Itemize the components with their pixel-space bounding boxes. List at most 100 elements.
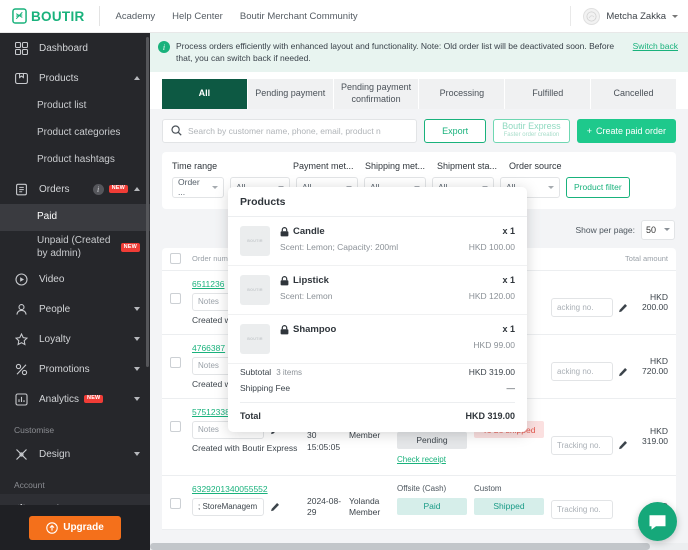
shipping-fee-value: —	[506, 383, 516, 393]
sidebar-item-design[interactable]: Design	[0, 439, 150, 469]
payment-cell: Offsite (Cash) Paid	[397, 484, 474, 521]
product-name-row: Lipstick	[280, 275, 445, 286]
check-receipt-link[interactable]: Check receipt	[397, 455, 446, 464]
per-page-select[interactable]: 50	[641, 219, 675, 240]
tracking-input[interactable]: Tracking no.	[551, 435, 613, 455]
product-name-row: Shampoo	[280, 324, 445, 335]
sidebar-item-promotions[interactable]: Promotions	[0, 354, 150, 384]
notice-text: Process orders efficiently with enhanced…	[176, 41, 615, 64]
tracking-input[interactable]: Tracking no.	[551, 500, 613, 519]
sidebar-scrollbar[interactable]	[146, 37, 149, 367]
nav-academy[interactable]: Academy	[116, 11, 156, 22]
row-checkbox[interactable]	[170, 356, 181, 368]
row-checkbox[interactable]	[170, 292, 181, 304]
sidebar-sub-label: Product categories	[37, 127, 121, 139]
sidebar-sub-label: Product hashtags	[37, 154, 115, 166]
boutir-express-button[interactable]: Boutir Express Faster order creation	[493, 118, 570, 143]
sidebar-item-label: Video	[39, 273, 65, 285]
sidebar-item-product-list[interactable]: Product list	[0, 93, 150, 120]
sidebar-item-product-categories[interactable]: Product categories	[0, 120, 150, 147]
edit-pencil-icon[interactable]	[618, 303, 628, 313]
tab-processing[interactable]: Processing	[419, 78, 506, 109]
orders-toolbar: Export Boutir Express Faster order creat…	[162, 118, 676, 143]
row-checkbox-cell	[170, 484, 192, 521]
tracking-cell: Tracking no.	[551, 484, 633, 521]
sidebar-item-unpaid[interactable]: Unpaid (Created by admin) NEW	[0, 231, 150, 264]
tab-all[interactable]: All	[162, 78, 248, 109]
popup-product-item: BOUTIR Candle Scent: Lemon; Capacity: 20…	[228, 217, 527, 266]
sidebar-item-products[interactable]: Products	[0, 63, 150, 93]
edit-pencil-icon[interactable]	[270, 502, 280, 512]
order-number-link[interactable]: 6329201340055552	[192, 484, 301, 494]
popup-product-item: BOUTIR Lipstick Scent: Lemon x 1 HKD 120…	[228, 266, 527, 315]
sidebar-item-people[interactable]: People	[0, 294, 150, 324]
sidebar-item-product-hashtags[interactable]: Product hashtags	[0, 147, 150, 174]
sidebar-item-label: Design	[39, 448, 71, 460]
shipment-status-badge: Shipped	[474, 497, 544, 515]
design-icon	[14, 447, 29, 462]
info-icon[interactable]: i	[92, 183, 104, 195]
nav-help-center[interactable]: Help Center	[172, 11, 223, 22]
sidebar-sub-label: Unpaid (Created by admin)	[37, 235, 111, 259]
sidebar-item-video[interactable]: Video	[0, 264, 150, 294]
horizontal-scrollbar[interactable]	[150, 543, 688, 550]
total-amount: HKD 200.00	[642, 291, 668, 312]
per-page-value: 50	[646, 224, 657, 235]
tracking-input[interactable]: acking no.	[551, 298, 613, 318]
edit-pencil-icon[interactable]	[618, 367, 628, 377]
sidebar-section-customise: Customise	[14, 425, 55, 435]
table-row[interactable]: 6329201340055552 ; StoreManagem 2024-08-…	[162, 476, 676, 530]
account-name: Metcha Zakka	[606, 10, 666, 22]
switch-back-link[interactable]: Switch back	[633, 41, 678, 51]
row-checkbox[interactable]	[170, 420, 181, 432]
popup-total-row: Total HKD 319.00	[228, 403, 527, 432]
select-all-checkbox[interactable]	[170, 253, 181, 265]
product-name: Lipstick	[293, 275, 329, 286]
sidebar-item-paid[interactable]: Paid	[0, 204, 150, 231]
boutir-logo[interactable]: BOUTIR	[0, 8, 97, 24]
sidebar-item-label: Analytics	[39, 393, 80, 405]
search-box[interactable]	[162, 118, 418, 143]
notes-input[interactable]: ; StoreManagem	[192, 497, 264, 516]
tab-pending-payment[interactable]: Pending payment	[247, 78, 334, 109]
product-info: Shampoo	[270, 324, 445, 354]
export-button[interactable]: Export	[424, 118, 487, 143]
shipping-fee-label: Shipping Fee	[240, 383, 291, 393]
people-icon	[14, 302, 29, 317]
total-amount: HKD 319.00	[642, 425, 668, 446]
filter-time-range-select[interactable]: Order ...	[172, 176, 224, 198]
create-paid-order-button[interactable]: + Create paid order	[576, 118, 676, 143]
upgrade-arrow-icon	[46, 521, 58, 534]
product-filter-button[interactable]: Product filter	[566, 176, 630, 198]
product-amounts: x 1 HKD 120.00	[445, 275, 515, 305]
account-menu[interactable]: Metcha Zakka	[570, 6, 688, 26]
product-variant: Scent: Lemon	[280, 291, 333, 301]
sidebar-item-dashboard[interactable]: Dashboard	[0, 33, 150, 63]
edit-pencil-icon[interactable]	[618, 440, 628, 450]
tab-fulfilled[interactable]: Fulfilled	[505, 78, 592, 109]
upgrade-button[interactable]: Upgrade	[29, 515, 121, 540]
product-quantity: x 1	[502, 275, 515, 285]
chat-button[interactable]	[638, 502, 677, 541]
product-variant: Scent: Lemon; Capacity: 200ml	[280, 242, 399, 252]
sidebar-item-orders[interactable]: Orders i NEW	[0, 174, 150, 204]
sidebar-item-analytics[interactable]: Analytics NEW	[0, 384, 150, 414]
search-input[interactable]	[188, 125, 409, 136]
create-paid-order-label: Create paid order	[595, 125, 666, 136]
tab-cancelled[interactable]: Cancelled	[591, 78, 676, 109]
avatar	[583, 7, 601, 25]
tab-pending-payment-confirmation[interactable]: Pending payment confirmation	[333, 78, 420, 109]
sidebar-item-loyalty[interactable]: Loyalty	[0, 324, 150, 354]
video-icon	[14, 272, 29, 287]
header-nav: Academy Help Center Boutir Merchant Comm…	[104, 11, 358, 22]
nav-merchant-community[interactable]: Boutir Merchant Community	[240, 11, 358, 22]
lock-icon	[280, 275, 289, 285]
tracking-input[interactable]: acking no.	[551, 362, 613, 382]
order-cell: 6329201340055552 ; StoreManagem	[192, 484, 307, 521]
sidebar-item-settings[interactable]: Settings NEW	[0, 494, 150, 505]
header-divider	[98, 6, 100, 26]
products-icon	[14, 71, 29, 86]
row-checkbox[interactable]	[170, 497, 181, 509]
sidebar-item-label: People	[39, 303, 71, 315]
express-title: Boutir Express	[502, 121, 561, 132]
